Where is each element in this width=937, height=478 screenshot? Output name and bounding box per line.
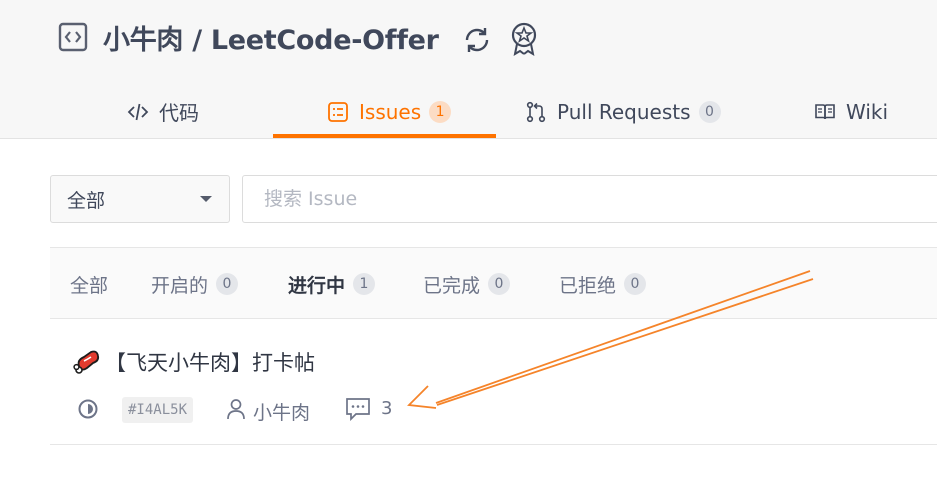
meat-emoji-icon [73,350,100,374]
pull-requests-count-badge: 0 [698,100,721,123]
tab-wiki[interactable]: Wiki [814,84,888,139]
code-repo-icon [58,22,88,52]
code-icon [127,103,149,120]
state-tab-open-label: 开启的 [151,274,209,297]
tab-code[interactable]: 代码 [127,84,199,139]
state-tab-in-progress-count: 1 [353,273,376,295]
issue-id-label[interactable]: #I4AL5K [122,397,194,423]
sync-icon[interactable] [460,23,494,57]
repo-separator: / [183,25,211,56]
state-tab-rejected[interactable]: 已拒绝 0 [559,248,647,320]
in-progress-icon [78,399,98,419]
chevron-down-icon [200,196,212,202]
issue-state-filter-bar: 全部 开启的 0 进行中 1 已完成 0 已拒绝 0 [50,247,937,319]
state-tab-open[interactable]: 开启的 0 [151,248,239,320]
state-tab-completed-count: 0 [488,273,511,295]
repo-header: 小牛肉 / LeetCode-Offer 代码 Issues 1 Pull Re… [0,0,937,139]
state-tab-all-label: 全部 [70,274,109,297]
issue-author-link[interactable]: 小牛肉 [253,398,310,425]
search-issue-input[interactable] [242,175,937,223]
tab-issues[interactable]: Issues 1 [327,84,452,139]
award-icon[interactable] [508,21,540,57]
state-tab-open-count: 0 [216,273,239,295]
state-tab-completed-label: 已完成 [423,274,481,297]
user-icon [227,399,245,420]
repo-name[interactable]: LeetCode-Offer [211,25,439,56]
issue-scope-value: 全部 [67,189,106,212]
issue-scope-select[interactable]: 全部 [50,175,230,223]
state-tab-rejected-count: 0 [624,273,647,295]
issue-row-divider [50,444,937,445]
state-tab-in-progress[interactable]: 进行中 1 [288,248,376,320]
repo-owner[interactable]: 小牛肉 [103,25,183,56]
comment-icon [346,398,370,421]
issues-icon [328,101,348,122]
tab-pull-requests[interactable]: Pull Requests 0 [525,84,721,139]
tab-code-label: 代码 [159,101,199,125]
comment-count[interactable]: 3 [381,398,392,419]
tab-issues-label: Issues [359,99,422,124]
repo-title[interactable]: 小牛肉 / LeetCode-Offer [103,18,439,57]
active-tab-indicator [273,134,496,138]
state-tab-in-progress-label: 进行中 [288,274,346,297]
issues-count-badge: 1 [429,100,452,123]
state-tab-rejected-label: 已拒绝 [559,274,617,297]
state-tab-completed[interactable]: 已完成 0 [423,248,511,320]
issue-title-link[interactable]: 【飞天小牛肉】打卡帖 [105,347,315,377]
tab-pull-requests-label: Pull Requests [557,99,691,124]
tab-wiki-label: Wiki [846,99,889,124]
state-tab-all[interactable]: 全部 [70,248,108,320]
pull-request-icon [526,101,546,122]
wiki-icon [815,103,835,119]
